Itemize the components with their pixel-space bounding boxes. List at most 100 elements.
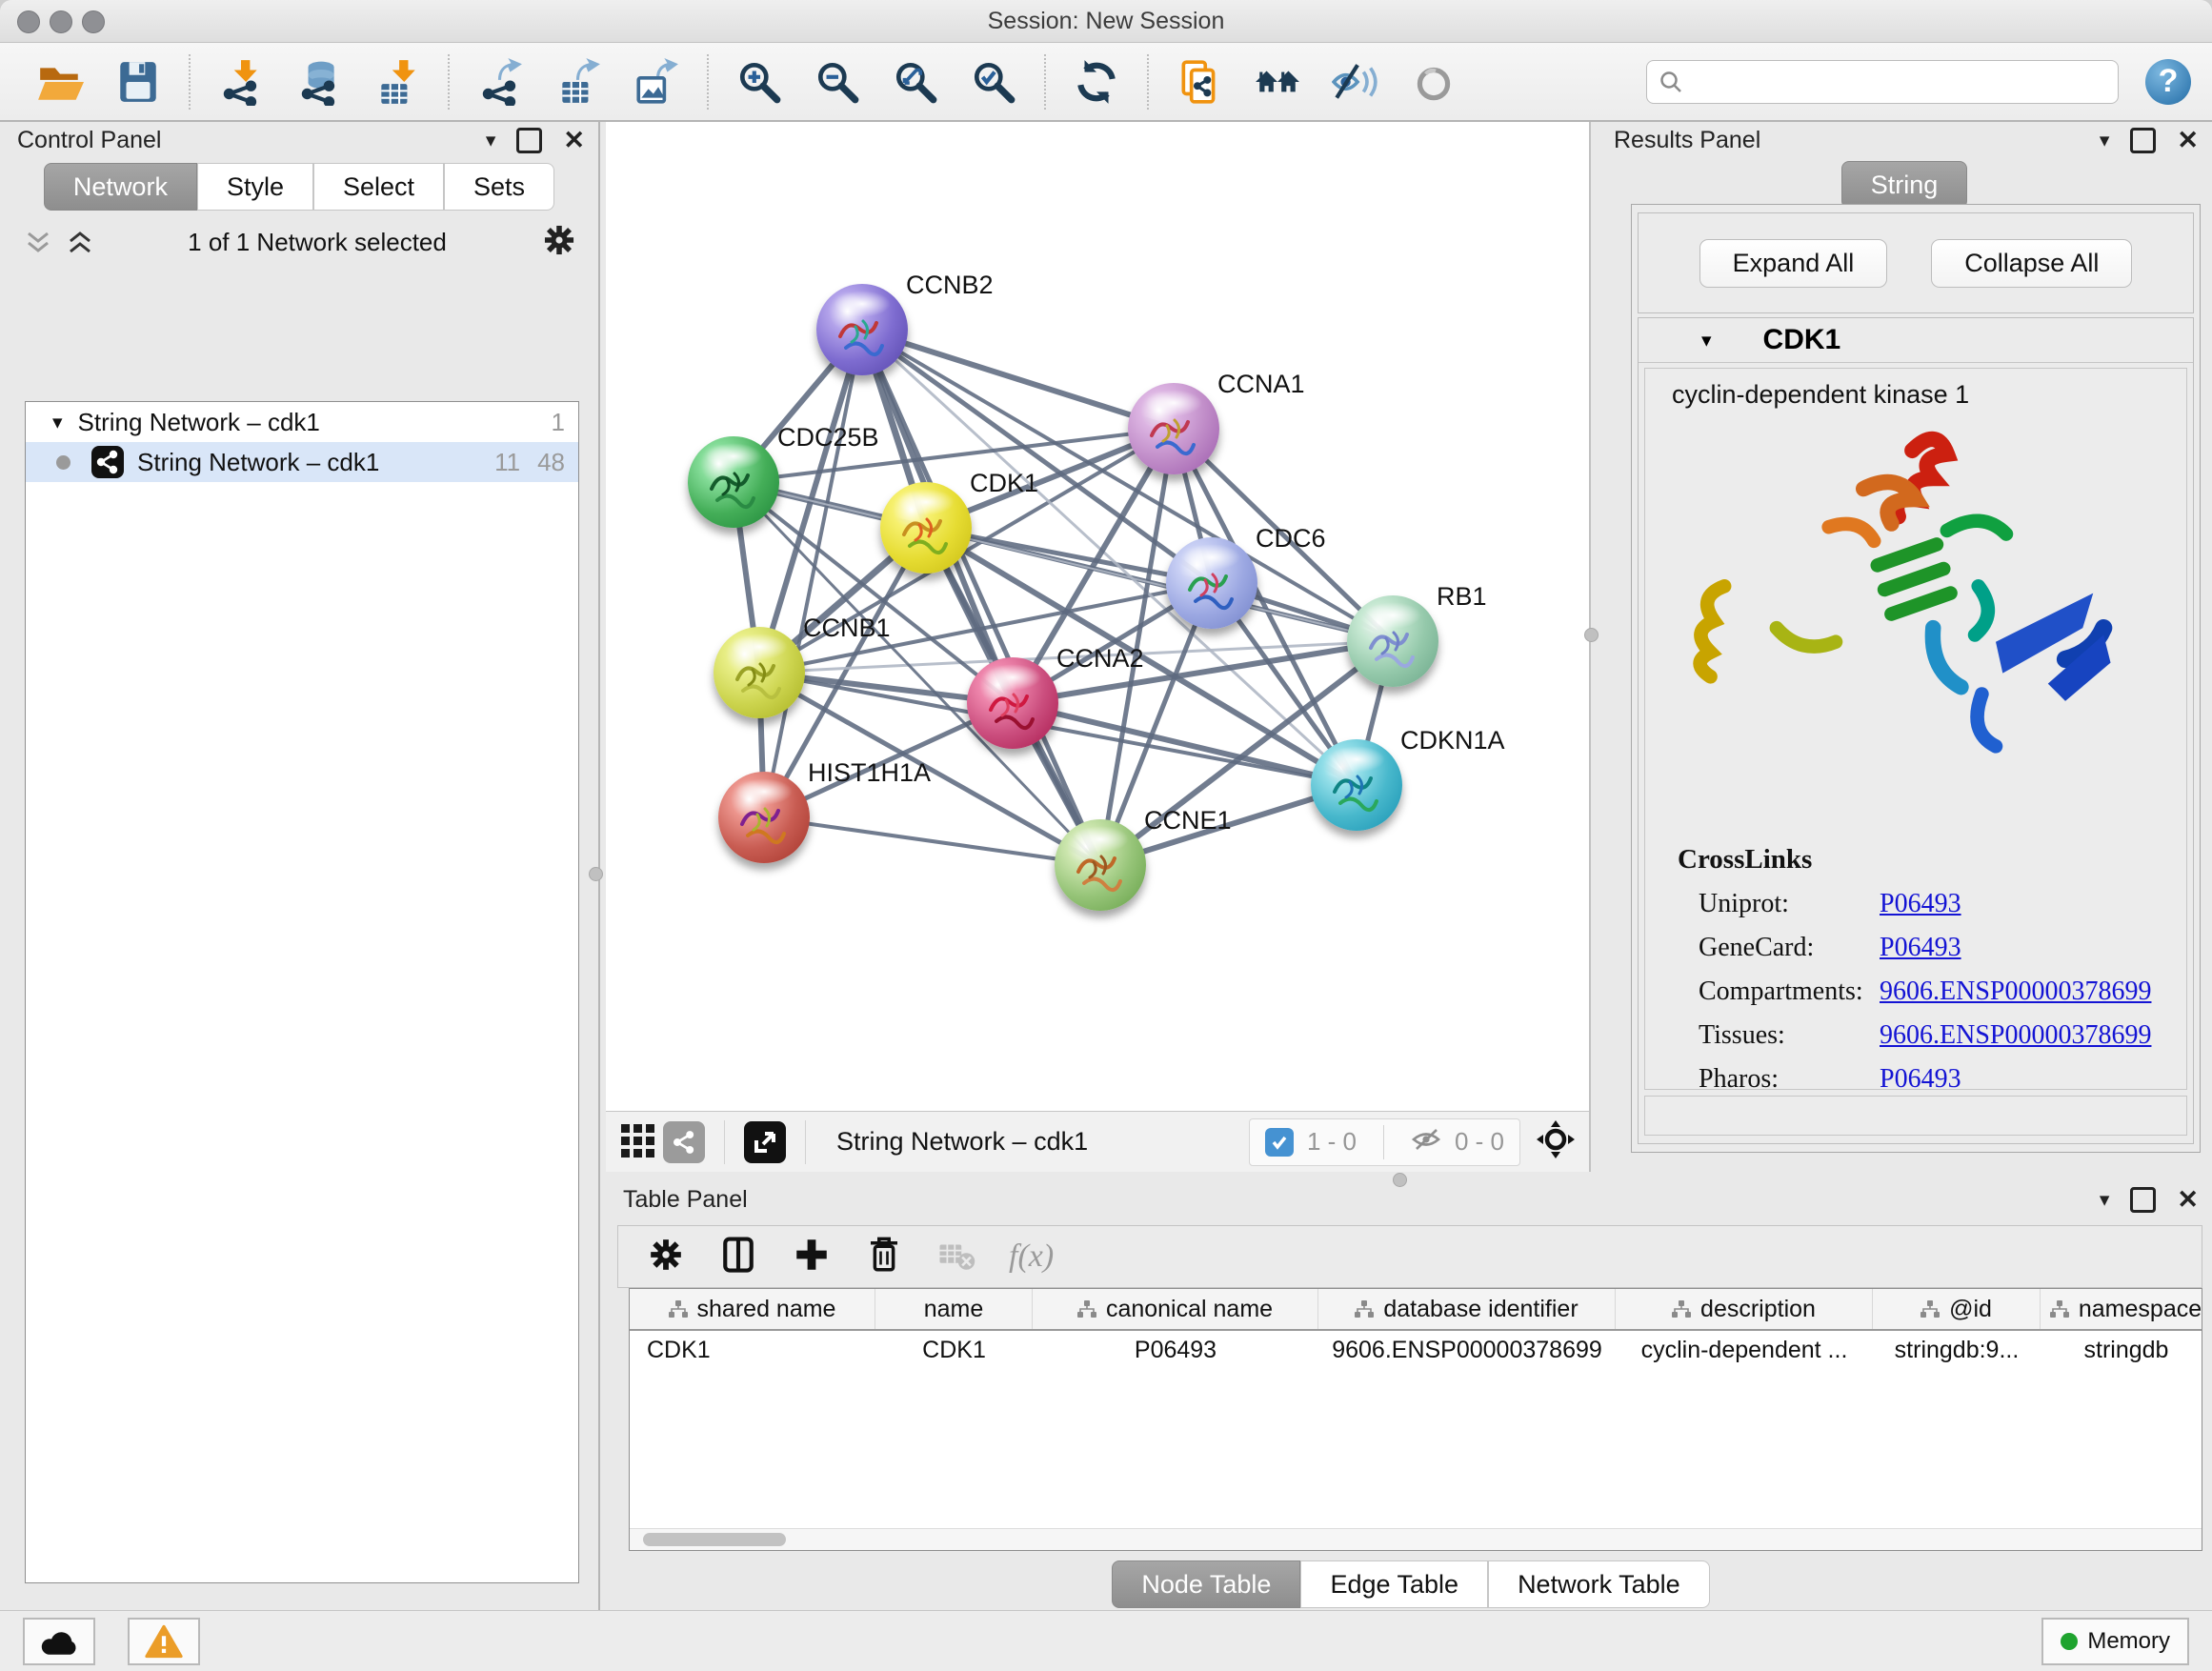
tree-expander-icon[interactable]: ▾ xyxy=(52,411,63,434)
collapse-results-panel-icon[interactable]: ▾ xyxy=(2100,129,2110,152)
crosslink-link[interactable]: P06493 xyxy=(1880,889,1961,919)
network-node-cdc6[interactable] xyxy=(1166,537,1257,629)
refresh-icon[interactable] xyxy=(1071,56,1122,108)
crosslink-link[interactable]: 9606.ENSP00000378699 xyxy=(1880,976,2151,1007)
table-cell: stringdb:9... xyxy=(1873,1331,2041,1369)
column-header--id[interactable]: @id xyxy=(1873,1289,2041,1329)
column-header-description[interactable]: description xyxy=(1616,1289,1873,1329)
table-horizontal-scrollbar[interactable] xyxy=(630,1528,2202,1550)
tab-network-table[interactable]: Network Table xyxy=(1488,1560,1710,1608)
network-list-options-gear-icon[interactable] xyxy=(541,222,577,263)
crosslink-link[interactable]: P06493 xyxy=(1880,1064,1961,1090)
tab-select[interactable]: Select xyxy=(313,163,444,211)
network-view-title: String Network – cdk1 xyxy=(836,1127,1088,1157)
paste-network-icon[interactable] xyxy=(1174,56,1225,108)
zoom-in-icon[interactable] xyxy=(734,56,785,108)
column-header-namespace[interactable]: namespace xyxy=(2041,1289,2202,1329)
node-structure-thumbnail xyxy=(1359,610,1426,676)
network-canvas[interactable]: CCNB2 CCNA1 CDC25B CDK1 xyxy=(606,122,1589,1111)
network-node-ccna2[interactable] xyxy=(967,657,1058,749)
memory-label: Memory xyxy=(2087,1628,2170,1655)
open-folder-icon[interactable] xyxy=(34,56,86,108)
zoom-selected-icon[interactable] xyxy=(968,56,1019,108)
search-input[interactable] xyxy=(1693,68,2106,96)
birdseye-crosshair-icon[interactable] xyxy=(1536,1119,1576,1164)
import-database-icon[interactable] xyxy=(293,56,345,108)
network-home-icon[interactable] xyxy=(1252,56,1303,108)
column-header-canonical-name[interactable]: canonical name xyxy=(1033,1289,1318,1329)
tab-edge-table[interactable]: Edge Table xyxy=(1300,1560,1488,1608)
left-splitter-handle[interactable] xyxy=(589,867,603,881)
import-table-icon[interactable] xyxy=(372,56,423,108)
float-table-panel-icon[interactable] xyxy=(2130,1187,2156,1213)
crosslink-link[interactable]: 9606.ENSP00000378699 xyxy=(1880,1020,2151,1051)
tab-node-table[interactable]: Node Table xyxy=(1112,1560,1300,1608)
collapse-all-networks-icon[interactable] xyxy=(25,231,51,255)
table-toolbar: f(x) xyxy=(617,1225,2202,1288)
status-bar: Memory xyxy=(0,1610,2212,1671)
tab-style[interactable]: Style xyxy=(197,163,313,211)
network-node-ccne1[interactable] xyxy=(1055,819,1146,911)
export-network-icon[interactable] xyxy=(474,56,526,108)
network-tree-row[interactable]: String Network – cdk11148 xyxy=(26,442,578,482)
column-header-name[interactable]: name xyxy=(875,1289,1033,1329)
selected-items-checkbox-icon[interactable] xyxy=(1265,1128,1294,1157)
zoom-out-icon[interactable] xyxy=(812,56,863,108)
column-header-database-identifier[interactable]: database identifier xyxy=(1318,1289,1616,1329)
table-row[interactable]: CDK1CDK1P064939606.ENSP00000378699cyclin… xyxy=(630,1331,2202,1369)
toolbar-search-box[interactable] xyxy=(1646,60,2119,104)
close-panel-icon[interactable]: ✕ xyxy=(563,126,585,155)
grid-view-icon[interactable] xyxy=(619,1120,657,1163)
hide-panel-eye-icon[interactable] xyxy=(1330,56,1381,108)
network-node-cdc25b[interactable] xyxy=(688,436,779,528)
create-column-plus-icon[interactable] xyxy=(792,1235,832,1279)
scrollbar-thumb[interactable] xyxy=(643,1533,786,1546)
crosslinks-section: CrossLinks Uniprot: P06493GeneCard: P064… xyxy=(1678,844,2186,1090)
collapse-table-panel-icon[interactable]: ▾ xyxy=(2100,1188,2110,1212)
crosslink-link[interactable]: P06493 xyxy=(1880,933,1961,963)
expand-all-button[interactable]: Expand All xyxy=(1699,239,1888,288)
network-view-panel: CCNB2 CCNA1 CDC25B CDK1 xyxy=(606,122,1591,1172)
network-thumbnail-share-icon[interactable] xyxy=(663,1121,705,1163)
import-network-icon[interactable] xyxy=(215,56,267,108)
crosslink-label: Pharos: xyxy=(1699,1064,1880,1090)
collapse-panel-icon[interactable]: ▾ xyxy=(486,129,496,152)
network-node-ccnb2[interactable] xyxy=(816,284,908,375)
column-header-shared-name[interactable]: shared name xyxy=(630,1289,875,1329)
network-node-ccnb1[interactable] xyxy=(714,627,805,718)
network-node-ccna1[interactable] xyxy=(1128,383,1219,474)
network-node-cdk1[interactable] xyxy=(880,482,972,574)
cloud-status-button[interactable] xyxy=(23,1618,95,1665)
network-node-rb1[interactable] xyxy=(1347,595,1438,687)
memory-button[interactable]: Memory xyxy=(2041,1618,2189,1665)
delete-column-trash-icon[interactable] xyxy=(864,1235,904,1279)
help-icon[interactable]: ? xyxy=(2145,59,2191,105)
close-results-panel-icon[interactable]: ✕ xyxy=(2177,126,2199,155)
gene-name: CDK1 xyxy=(1763,324,1841,356)
network-tree-row[interactable]: ▾String Network – cdk11 xyxy=(26,402,578,442)
right-splitter-handle[interactable] xyxy=(1584,628,1599,642)
tab-string[interactable]: String xyxy=(1841,161,1968,209)
network-node-cdkn1a[interactable] xyxy=(1311,739,1402,831)
show-columns-icon[interactable] xyxy=(717,1234,759,1280)
table-options-gear-icon[interactable] xyxy=(647,1236,685,1278)
tab-sets[interactable]: Sets xyxy=(444,163,554,211)
tab-network[interactable]: Network xyxy=(44,163,197,211)
collapse-all-button[interactable]: Collapse All xyxy=(1931,239,2132,288)
export-table-icon[interactable] xyxy=(553,56,604,108)
bottom-splitter-handle[interactable] xyxy=(1393,1173,1407,1187)
zoom-fit-icon[interactable] xyxy=(890,56,941,108)
expand-all-networks-icon[interactable] xyxy=(67,231,93,255)
inactive-orb-icon[interactable] xyxy=(1408,56,1459,108)
close-table-panel-icon[interactable]: ✕ xyxy=(2177,1185,2199,1215)
export-image-icon[interactable] xyxy=(631,56,682,108)
column-header-label: namespace xyxy=(2079,1296,2202,1323)
collapse-gene-entry-icon[interactable]: ▾ xyxy=(1701,329,1712,352)
detach-view-icon[interactable] xyxy=(744,1121,786,1163)
float-results-panel-icon[interactable] xyxy=(2130,128,2156,153)
float-panel-icon[interactable] xyxy=(516,128,542,153)
network-node-hist1h1a[interactable] xyxy=(718,772,810,863)
column-header-label: canonical name xyxy=(1106,1296,1273,1323)
warnings-button[interactable] xyxy=(128,1618,200,1665)
save-icon[interactable] xyxy=(112,56,164,108)
